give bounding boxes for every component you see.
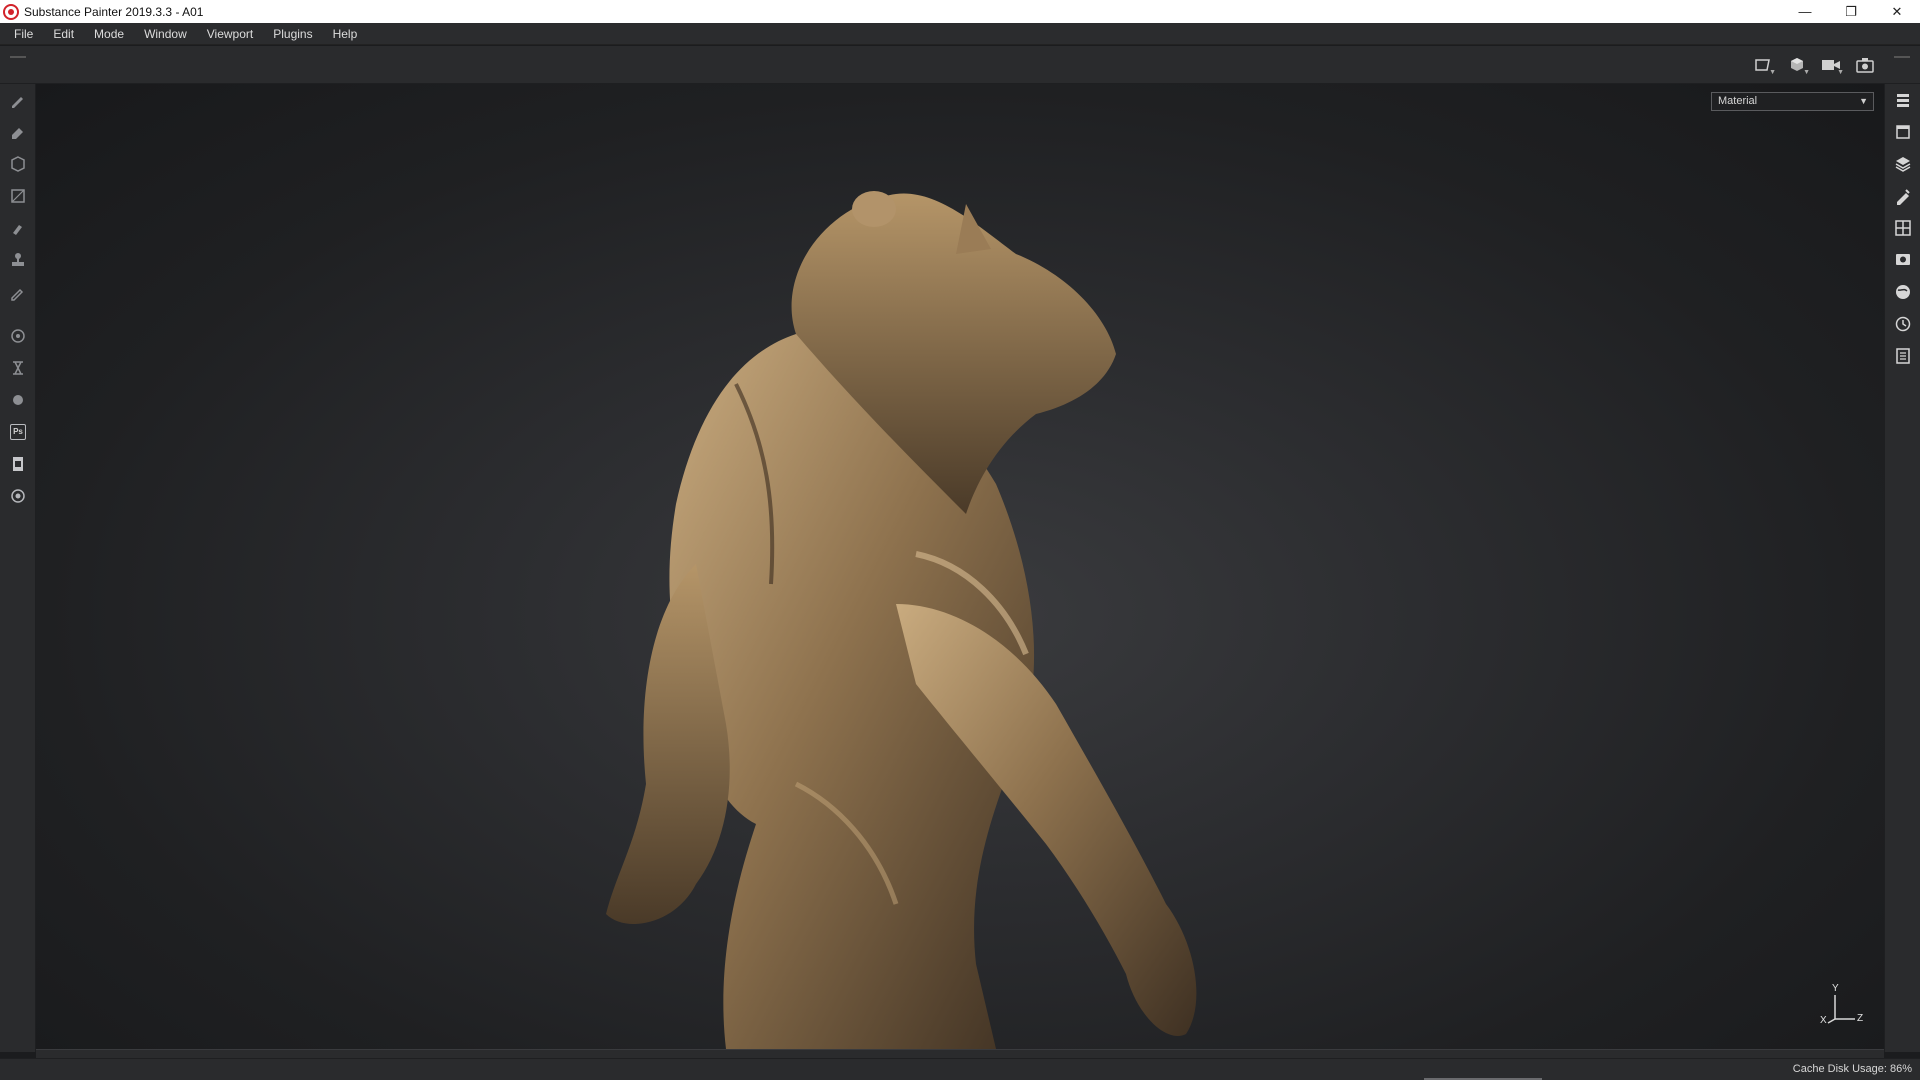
polygon-fill-tool-button[interactable]: [0, 180, 36, 212]
axis-gizmo: Y X Z: [1820, 983, 1870, 1029]
clone-tool-button[interactable]: [0, 244, 36, 276]
layers-icon: [1895, 157, 1911, 172]
projection-icon: [11, 156, 25, 172]
display-mode-button[interactable]: ▼: [1782, 52, 1812, 78]
eraser-tool-button[interactable]: [0, 116, 36, 148]
smudge-icon: [13, 225, 22, 235]
log-icon: [1896, 348, 1910, 364]
texture-set-list-icon: [1897, 94, 1909, 107]
shader-settings-icon: [13, 395, 23, 405]
substance-painter-logo-icon: [3, 3, 19, 20]
properties-button[interactable]: [1885, 180, 1920, 212]
title-bar: Substance Painter 2019.3.3 - A01 — ❐ ✕: [0, 0, 1920, 23]
export-document-button[interactable]: [0, 448, 36, 480]
window-title: Substance Painter 2019.3.3 - A01: [24, 4, 204, 19]
color-picker-icon: [11, 288, 24, 301]
texture-set-settings-icon: [1896, 125, 1910, 139]
shader-settings-button[interactable]: [0, 384, 36, 416]
chevron-down-icon: ▼: [1837, 69, 1844, 76]
minimize-button[interactable]: —: [1782, 0, 1828, 23]
chevron-down-icon: ▼: [1803, 69, 1810, 76]
viewport-toolbar: ▼ ▼ ▼: [0, 46, 1920, 84]
export-document-icon: [13, 457, 23, 471]
camera-mode-button[interactable]: ▼: [1816, 52, 1846, 78]
menu-help[interactable]: Help: [323, 23, 368, 45]
channel-select[interactable]: Material ▼: [1711, 92, 1874, 111]
chevron-down-icon: ▼: [1859, 96, 1868, 106]
texture-set-list-button[interactable]: [1885, 84, 1920, 116]
cache-disk-usage: Cache Disk Usage: 86%: [1792, 1063, 1912, 1075]
plugin-settings-button[interactable]: [0, 480, 36, 512]
shelf-icon: [1895, 220, 1911, 236]
channel-select-value: Material: [1718, 95, 1758, 107]
window-controls: — ❐ ✕: [1782, 0, 1920, 23]
menu-mode[interactable]: Mode: [84, 23, 134, 45]
bake-settings-icon: [11, 329, 25, 343]
environment-icon: [1896, 285, 1910, 299]
axis-x-label: X: [1820, 1015, 1827, 1026]
color-picker-tool-button[interactable]: [0, 276, 36, 308]
left-toolbar: Ps: [0, 84, 36, 1052]
photoshop-export-button[interactable]: Ps: [0, 416, 36, 448]
projection-tool-button[interactable]: [0, 148, 36, 180]
menu-bar: File Edit Mode Window Viewport Plugins H…: [0, 23, 1920, 45]
menu-viewport[interactable]: Viewport: [197, 23, 263, 45]
camera-icon: [1856, 58, 1874, 73]
status-bar: Cache Disk Usage: 86%: [0, 1058, 1920, 1080]
photoshop-export-icon: Ps: [10, 424, 26, 440]
menu-plugins[interactable]: Plugins: [263, 23, 322, 45]
right-panel-bar: [1884, 84, 1920, 1052]
view-mode-button[interactable]: ▼: [1748, 52, 1778, 78]
plugin-settings-icon: [11, 489, 25, 503]
chevron-down-icon: ▼: [1769, 69, 1776, 76]
clone-stamp-icon: [12, 253, 24, 266]
layers-button[interactable]: [1885, 148, 1920, 180]
texture-set-settings-button[interactable]: [1885, 116, 1920, 148]
shelf-button[interactable]: [1885, 212, 1920, 244]
viewport-tool-group: ▼ ▼ ▼: [1748, 52, 1880, 78]
display-settings-button[interactable]: [1885, 244, 1920, 276]
menu-window[interactable]: Window: [134, 23, 197, 45]
smudge-tool-button[interactable]: [0, 212, 36, 244]
toolbar-grip-right[interactable]: [1894, 56, 1910, 58]
toolbar-grip-left[interactable]: [10, 56, 26, 58]
paint-brush-icon: [12, 97, 23, 108]
eraser-icon: [12, 128, 23, 139]
paint-tool-button[interactable]: [0, 84, 36, 116]
bake-settings-button[interactable]: [0, 320, 36, 352]
3d-viewport[interactable]: Material ▼ Y X Z: [36, 84, 1884, 1049]
environment-button[interactable]: [1885, 276, 1920, 308]
iray-render-button[interactable]: [0, 352, 36, 384]
close-button[interactable]: ✕: [1874, 0, 1920, 23]
history-icon: [1895, 316, 1911, 332]
polygon-fill-icon: [11, 189, 25, 203]
restore-button[interactable]: ❐: [1828, 0, 1874, 23]
screenshot-button[interactable]: [1850, 52, 1880, 78]
log-button[interactable]: [1885, 340, 1920, 372]
menu-file[interactable]: File: [4, 23, 43, 45]
properties-icon: [1897, 189, 1910, 205]
display-settings-icon: [1896, 254, 1910, 265]
viewport-scrollbar[interactable]: [36, 1049, 1884, 1058]
iray-render-icon: [13, 361, 23, 375]
axis-z-label: Z: [1857, 1013, 1864, 1024]
history-button[interactable]: [1885, 308, 1920, 340]
bear-sculpture-model: [606, 191, 1197, 1049]
menu-edit[interactable]: Edit: [43, 23, 84, 45]
axis-y-label: Y: [1832, 983, 1839, 994]
